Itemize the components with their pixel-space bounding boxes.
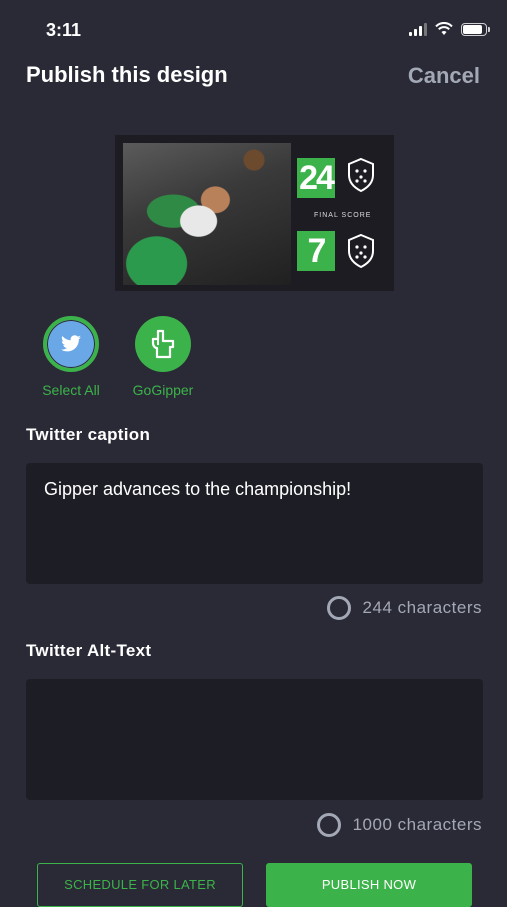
twitter-alt-text-label: Twitter Alt-Text [26, 641, 152, 660]
cellular-signal-icon [409, 22, 427, 36]
final-score-label: FINAL SCORE [314, 212, 372, 219]
caption-character-counter: 244 characters [326, 596, 482, 620]
away-team-shield-icon [348, 233, 374, 269]
twitter-caption-label: Twitter caption [26, 425, 151, 444]
battery-icon [461, 22, 490, 36]
character-count-ring-icon [316, 813, 341, 837]
twitter-channel-toggle[interactable] [43, 316, 99, 372]
home-score: 24 [297, 158, 335, 198]
status-bar: 3:11 [0, 0, 507, 56]
twitter-bird-icon [61, 335, 81, 352]
status-icons [409, 22, 490, 36]
status-time: 3:11 [46, 20, 82, 40]
twitter-alt-text-input[interactable] [26, 679, 483, 800]
select-all-label: Select All [42, 382, 100, 398]
alt-text-character-counter: 1000 characters [316, 813, 482, 837]
gogipper-label: GoGipper [132, 382, 194, 398]
publish-now-button[interactable]: PUBLISH NOW [266, 863, 472, 907]
football-player-photo [123, 143, 291, 285]
twitter-caption-input[interactable]: Gipper advances to the championship! [26, 463, 483, 584]
schedule-for-later-button[interactable]: SCHEDULE FOR LATER [37, 863, 243, 907]
alt-counter-text: 1000 characters [352, 815, 482, 834]
channel-select-all[interactable]: Select All [31, 316, 111, 398]
wifi-icon [435, 22, 453, 35]
home-team-shield-icon [348, 157, 374, 193]
page-title: Publish this design [26, 62, 228, 87]
character-count-ring-icon [326, 596, 351, 620]
gogipper-foam-finger-icon [151, 329, 175, 359]
cancel-button[interactable]: Cancel [408, 63, 480, 89]
caption-counter-text: 244 characters [362, 598, 482, 617]
away-score: 7 [297, 231, 335, 271]
channel-gogipper[interactable]: GoGipper [123, 316, 203, 398]
gogipper-channel-toggle[interactable] [135, 316, 191, 372]
